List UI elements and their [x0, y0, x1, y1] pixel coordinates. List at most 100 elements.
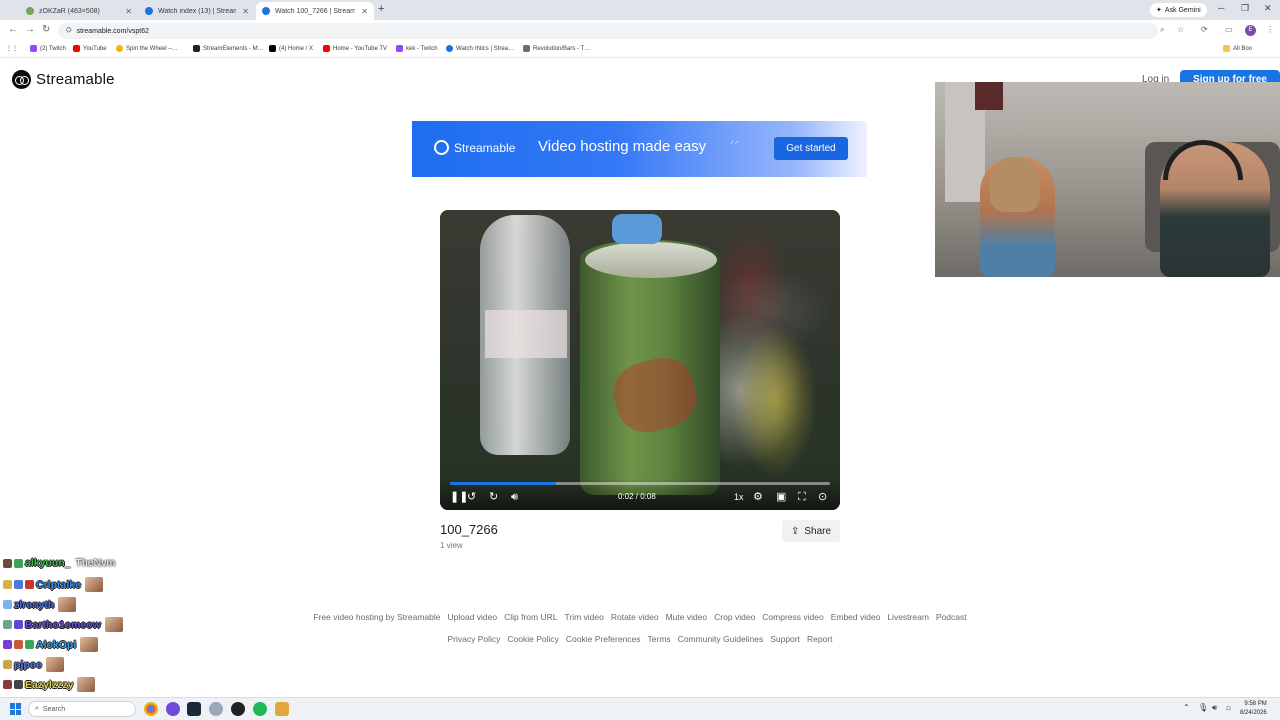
footer-link[interactable]: Terms [648, 634, 671, 644]
ask-gemini-button[interactable]: ✦ Ask Gemini [1150, 3, 1207, 17]
footer-link[interactable]: Clip from URL [504, 612, 557, 622]
progress-bar[interactable] [450, 482, 830, 485]
footer-link[interactable]: Upload video [447, 612, 497, 622]
profile-avatar[interactable]: E [1245, 25, 1256, 36]
streamable-logo-icon[interactable]: ⊙ [818, 490, 827, 504]
footer-link[interactable]: Livestream [887, 612, 929, 622]
share-icon: ⇪ [790, 525, 800, 537]
apps-icon[interactable]: ⋮⋮ [6, 45, 18, 52]
steam-icon[interactable] [187, 702, 201, 716]
streamable-icon [446, 45, 453, 52]
bookmark-item[interactable]: (4) Home / X [269, 45, 313, 52]
pause-icon[interactable]: ❚❚ [450, 490, 468, 504]
reload-icon[interactable]: ↻ [42, 24, 50, 35]
screen: zOKZaR (463×508) ✕ Watch index (13) | St… [0, 0, 1280, 720]
url-input[interactable]: ⛭ streamable.com/vspt62 [58, 23, 1158, 39]
footer-link[interactable]: Cookie Policy [507, 634, 559, 644]
chat-badge [3, 580, 12, 589]
app-icon[interactable] [209, 702, 223, 716]
bookmark-item[interactable]: YouTube [73, 45, 107, 52]
bookmark-item[interactable]: StreamElements - M… [193, 45, 264, 52]
microphone-icon[interactable]: 🎙︎ [1198, 703, 1208, 712]
browser-tab[interactable]: Watch index (13) | Streamable ✕ [139, 2, 255, 20]
forward-skip-icon[interactable]: ↻ [489, 490, 498, 504]
close-icon[interactable]: ✕ [361, 7, 368, 16]
network-icon[interactable]: ⌂ [1226, 703, 1231, 712]
forward-icon[interactable]: → [25, 24, 35, 35]
footer-link[interactable]: Compress video [762, 612, 823, 622]
new-tab-button[interactable]: + [378, 3, 384, 15]
close-icon[interactable]: ✕ [125, 7, 132, 16]
footer-link[interactable]: Privacy Policy [447, 634, 500, 644]
video-player[interactable]: ❚❚ ↺ ↻ 🔊︎ 0:02 / 0:08 1x ⚙ ▣ ⛶ ⊙ [440, 210, 840, 510]
obs-icon[interactable] [231, 702, 245, 716]
picture-in-picture-icon[interactable]: ▣ [776, 490, 786, 504]
footer-link[interactable]: Trim video [564, 612, 603, 622]
volume-icon[interactable]: 🔊︎ [511, 490, 518, 504]
browser-tab[interactable]: zOKZaR (463×508) ✕ [20, 2, 138, 20]
sparkle-icon: ✦ [1156, 7, 1162, 14]
footer-link[interactable]: Crop video [714, 612, 755, 622]
close-icon[interactable]: ✕ [242, 7, 249, 16]
footer-link[interactable]: Mute video [666, 612, 708, 622]
footer-link[interactable]: Report [807, 634, 833, 644]
browser-tab-active[interactable]: Watch 100_7266 | Streamable ✕ [256, 2, 374, 20]
restore-icon[interactable]: ❐ [1241, 3, 1249, 14]
playback-speed-button[interactable]: 1x [734, 490, 744, 504]
tray-overflow-icon[interactable]: ⌃ [1183, 703, 1190, 712]
all-bookmarks[interactable]: All Boo [1223, 45, 1252, 52]
bookmark-item[interactable]: kek - Twitch [396, 45, 438, 52]
url-text: streamable.com/vspt62 [76, 27, 149, 35]
footer-link[interactable]: Podcast [936, 612, 967, 622]
footer-link[interactable]: Embed video [831, 612, 881, 622]
footer-link[interactable]: Community Guidelines [678, 634, 764, 644]
footer-link[interactable]: Cookie Preferences [566, 634, 641, 644]
clock-date: 8/24/2026 [1240, 710, 1267, 716]
rewind-icon[interactable]: ↺ [467, 490, 476, 504]
youtube-tv-icon [323, 45, 330, 52]
share-button[interactable]: ⇪ Share [782, 520, 840, 542]
streamable-logo[interactable]: Streamable [12, 70, 115, 89]
side-panel-icon[interactable]: ▭ [1225, 25, 1233, 34]
chat-badge [3, 680, 12, 689]
fullscreen-icon[interactable]: ⛶ [798, 490, 806, 504]
taskbar-clock[interactable]: 9:58 PM 8/24/2026 [1240, 700, 1267, 718]
minimize-icon[interactable]: ─ [1218, 3, 1224, 13]
app-icon[interactable] [166, 702, 180, 716]
footer-link[interactable]: Rotate video [611, 612, 659, 622]
back-icon[interactable]: ← [8, 24, 18, 35]
extensions-icon[interactable]: ⟳ [1201, 25, 1208, 34]
taskbar-search-input[interactable]: ⌕ Search [28, 701, 136, 717]
bookmark-item[interactable]: (2) Twitch [30, 45, 66, 52]
tab-label: Watch index (13) | Streamable [158, 7, 237, 15]
chat-message: Criptaike [3, 577, 103, 592]
menu-icon[interactable]: ⋮ [1266, 25, 1274, 34]
chat-username: AlokOpi [36, 638, 77, 651]
app-icon[interactable] [275, 702, 289, 716]
zoom-icon[interactable]: ⌕ [1160, 25, 1164, 35]
tab-favicon [262, 7, 270, 15]
streamelements-icon [193, 45, 200, 52]
bookmark-star-icon[interactable]: ☆ [1177, 25, 1184, 34]
get-started-button[interactable]: Get started [774, 137, 848, 160]
spotify-icon[interactable] [253, 702, 267, 716]
promo-banner[interactable]: Streamable Video hosting made easy ⸝⸝ Ge… [412, 121, 867, 177]
settings-icon[interactable]: ⚙ [753, 490, 763, 504]
chat-message: Bartho1omeow [3, 617, 123, 632]
wheel-icon [116, 45, 123, 52]
bookmark-item[interactable]: Watch rhtics | Strea… [446, 45, 514, 52]
close-window-icon[interactable]: ✕ [1264, 3, 1272, 14]
bookmark-item[interactable]: Home - YouTube TV [323, 45, 387, 52]
footer-link[interactable]: Free video hosting by Streamable [313, 612, 440, 622]
streamable-logo-icon [12, 70, 31, 89]
site-info-icon[interactable]: ⛭ [66, 27, 72, 35]
chrome-icon[interactable] [144, 702, 158, 716]
bookmark-item[interactable]: Revolution/Bars - T… [523, 45, 590, 52]
volume-tray-icon[interactable]: 🔊︎ [1212, 703, 1217, 713]
chat-badge [14, 580, 23, 589]
windows-start-icon[interactable] [10, 703, 22, 715]
chat-username: Criptaike [36, 578, 81, 591]
footer-link[interactable]: Support [770, 634, 800, 644]
bookmark-item[interactable]: Spin the Wheel –… [116, 45, 178, 52]
bookmark-label: (4) Home / X [279, 45, 314, 52]
